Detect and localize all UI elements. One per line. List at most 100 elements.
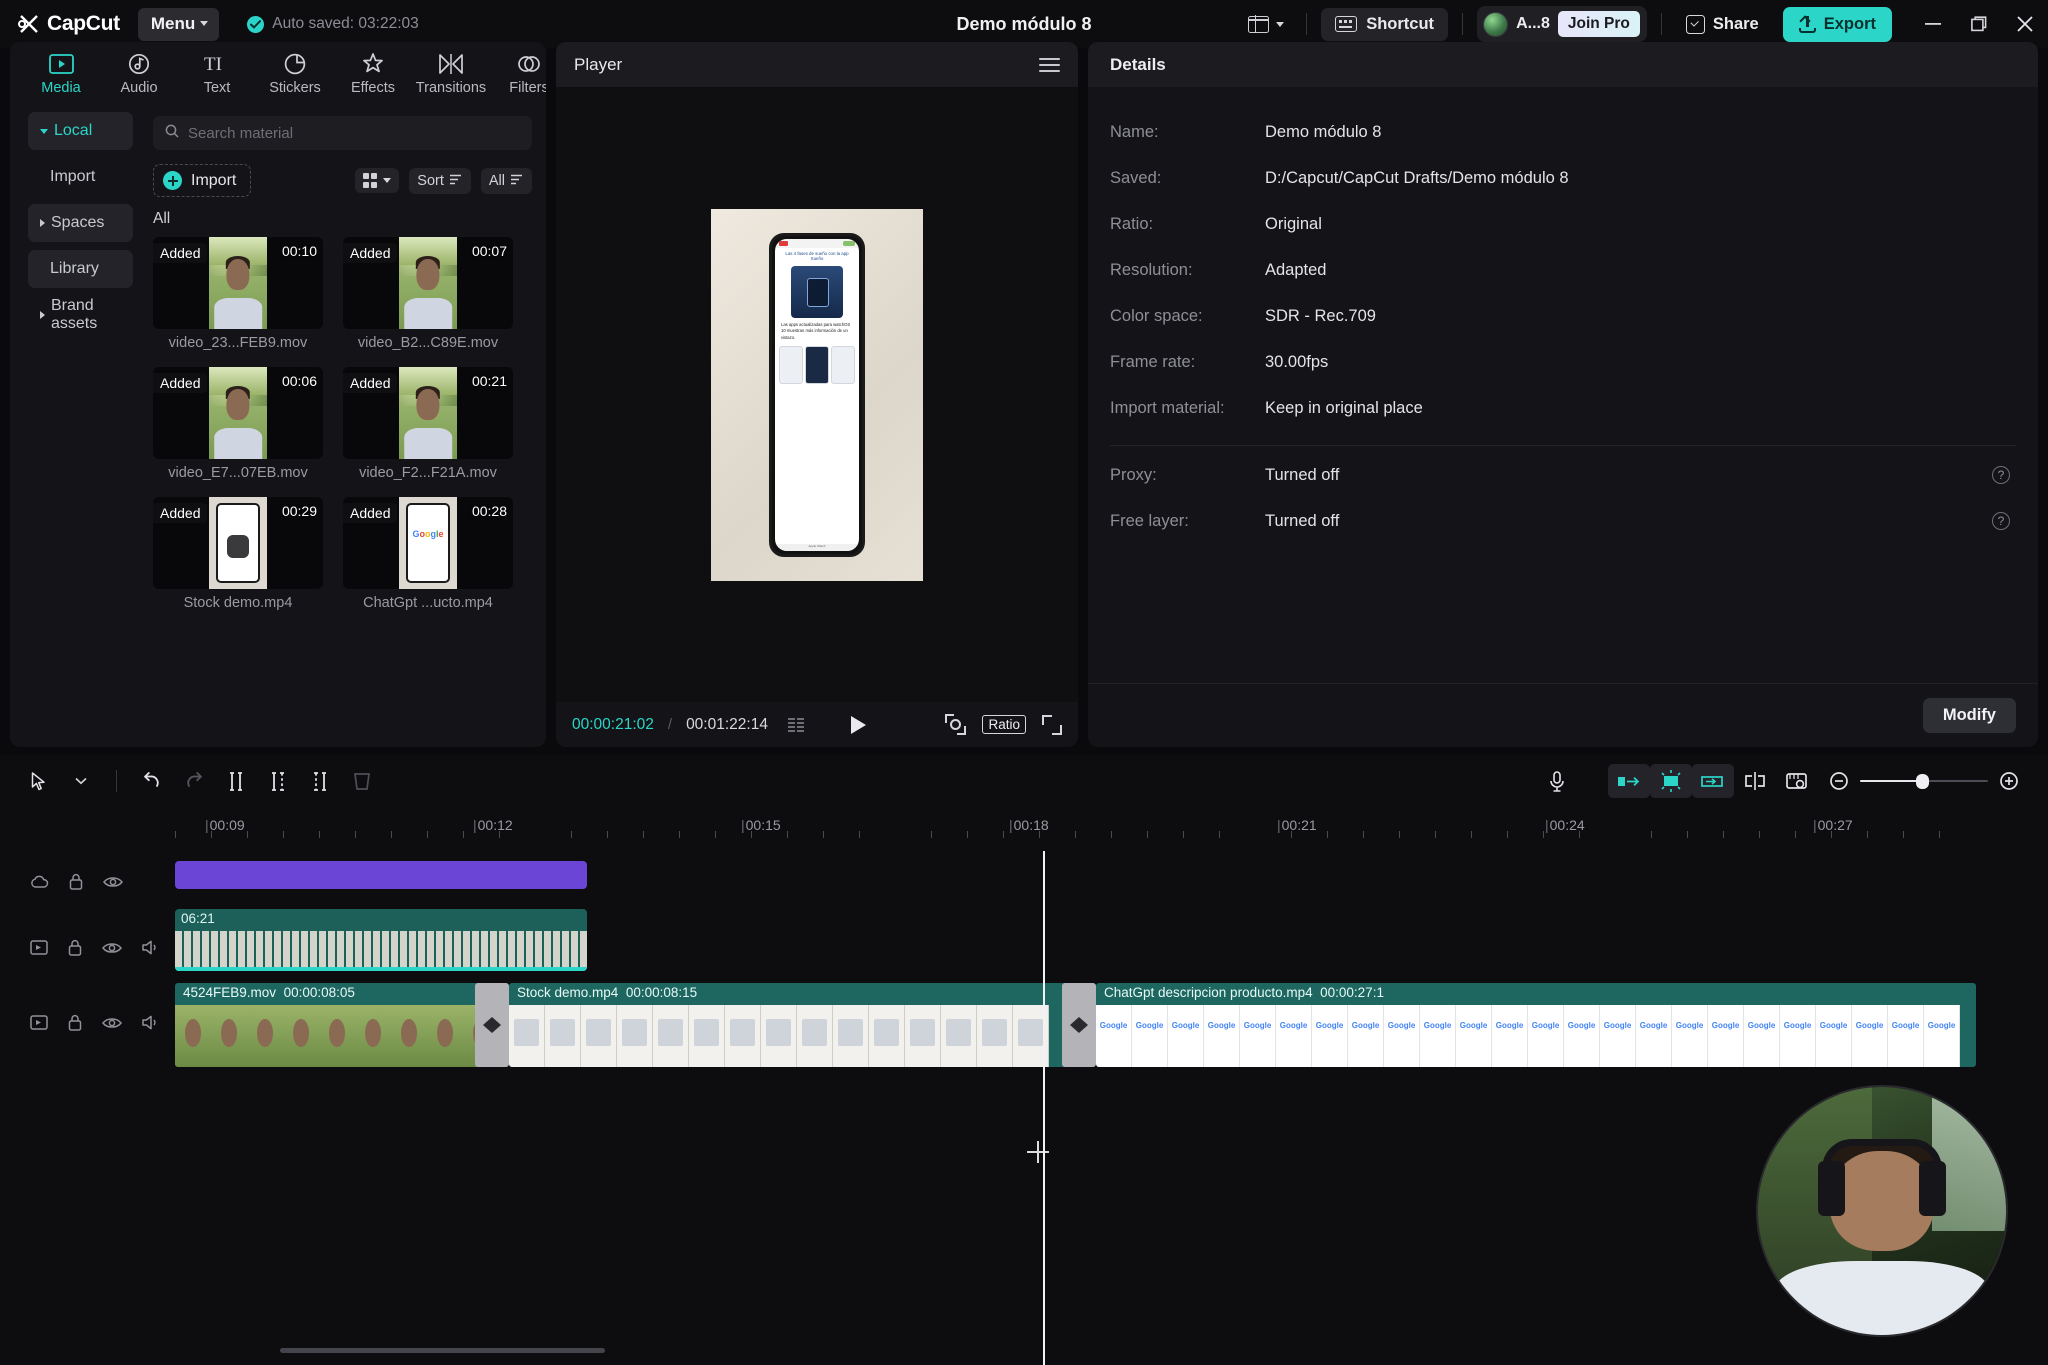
clip-duration: 00:00:08:05 [283, 985, 355, 1000]
media-name: video_B2...C89E.mov [357, 335, 499, 351]
title-bar: CapCut Menu Auto saved: 03:22:03 Demo mó… [0, 0, 2048, 48]
delete-icon[interactable] [341, 764, 383, 798]
volume-icon[interactable] [142, 1015, 161, 1035]
detail-key: Resolution: [1110, 260, 1193, 279]
quality-bars-icon[interactable] [787, 717, 805, 732]
sidebar-item-local[interactable]: Local [28, 112, 133, 150]
track-icon[interactable] [30, 940, 48, 960]
preview-paragraph: Las apps actualizadas para watchOS 10 mu… [781, 322, 851, 340]
microphone-icon[interactable] [1536, 764, 1578, 798]
fullscreen-icon[interactable] [1041, 714, 1062, 735]
tab-audio[interactable]: Audio [100, 51, 178, 96]
eye-icon[interactable] [102, 1016, 122, 1035]
cloud-icon[interactable] [30, 875, 49, 894]
media-item[interactable]: Added 00:28 Google ChatGpt ...ucto.mp4 [343, 497, 513, 611]
divider [116, 770, 117, 792]
tab-effects[interactable]: Effects [334, 51, 412, 96]
chevron-down-icon [40, 128, 48, 134]
zoom-slider[interactable] [1860, 771, 1988, 791]
volume-icon[interactable] [142, 940, 161, 960]
timeline-clip-video-3[interactable]: ChatGpt descripcion producto.mp4 00:00:2… [1096, 983, 1976, 1067]
sidebar-item-brand-assets[interactable]: Brand assets [28, 296, 133, 334]
undo-icon[interactable] [131, 764, 173, 798]
trim-right-icon[interactable] [299, 764, 341, 798]
join-pro-button[interactable]: Join Pro [1557, 11, 1640, 37]
tab-stickers[interactable]: Stickers [256, 51, 334, 96]
detail-key: Proxy: [1110, 465, 1157, 484]
restore-button[interactable] [1956, 0, 2002, 48]
timeline-clip-audio[interactable]: 06:21 [175, 909, 587, 971]
help-icon[interactable]: ? [1992, 466, 2010, 484]
hamburger-icon[interactable] [1039, 54, 1060, 76]
current-time[interactable]: 00:00:21:02 [572, 716, 654, 734]
play-icon[interactable] [851, 715, 867, 734]
sidebar-item-spaces[interactable]: Spaces [28, 204, 133, 242]
mirror-icon[interactable] [1734, 764, 1776, 798]
crop-icon[interactable] [1776, 764, 1818, 798]
export-button[interactable]: Export [1782, 6, 1892, 42]
timeline-clip-overlay[interactable] [175, 861, 587, 889]
filter-button[interactable]: All [480, 167, 532, 194]
layout-button[interactable] [1240, 10, 1292, 39]
keyframe-next-icon[interactable] [1692, 764, 1734, 798]
account-button[interactable]: A...8 Join Pro [1477, 6, 1647, 42]
horizontal-scrollbar[interactable] [280, 1348, 605, 1353]
chevron-down-icon[interactable] [60, 764, 102, 798]
sidebar-item-library[interactable]: Library [28, 250, 133, 288]
timeline-clip-video-2[interactable]: Stock demo.mp4 00:00:08:15 [509, 983, 1071, 1067]
added-badge: Added [153, 373, 208, 393]
split-icon[interactable] [215, 764, 257, 798]
account-name: A...8 [1516, 15, 1550, 32]
timeline-clip-video-1[interactable]: 4524FEB9.mov 00:00:08:05 [175, 983, 485, 1067]
minimize-button[interactable] [1910, 0, 1956, 48]
keyframe-add-icon[interactable] [1650, 764, 1692, 798]
share-button[interactable]: Share [1676, 8, 1769, 41]
tab-media[interactable]: Media [22, 51, 100, 96]
transition-handle-1[interactable] [475, 983, 509, 1067]
media-item[interactable]: Added 00:29 Stock demo.mp4 [153, 497, 323, 611]
detail-row-saved: Saved: D:/Capcut/CapCut Drafts/Demo módu… [1110, 155, 2016, 201]
trim-left-icon[interactable] [257, 764, 299, 798]
eye-icon[interactable] [102, 941, 122, 960]
tab-text[interactable]: TI Text [178, 51, 256, 96]
media-item[interactable]: Added 00:21 video_F2...F21A.mov [343, 367, 513, 481]
lock-icon[interactable] [69, 873, 83, 895]
modify-button[interactable]: Modify [1922, 698, 2016, 733]
grid-view-button[interactable] [354, 168, 400, 193]
timeline-ruler[interactable]: 00:09 00:12 00:15 00:18 00:21 00:24 00:2… [175, 807, 2048, 851]
brand-name: CapCut [47, 12, 120, 35]
search-bar[interactable] [153, 116, 532, 150]
ratio-button[interactable]: Ratio [982, 715, 1026, 734]
import-button[interactable]: Import [153, 164, 252, 197]
media-item[interactable]: Added 00:06 video_E7...07EB.mov [153, 367, 323, 481]
playhead[interactable]: 00:21 [1043, 851, 1045, 1365]
lock-icon[interactable] [68, 1014, 82, 1036]
shortcut-button[interactable]: Shortcut [1321, 7, 1449, 41]
filmstrip [175, 1005, 485, 1067]
zoom-out-icon[interactable] [1818, 764, 1860, 798]
track-icon[interactable] [30, 1015, 48, 1035]
filter-label: All [488, 172, 505, 189]
clip-name: ChatGpt descripcion producto.mp4 [1104, 985, 1313, 1000]
help-icon[interactable]: ? [1992, 512, 2010, 530]
redo-icon[interactable] [173, 764, 215, 798]
zoom-in-icon[interactable] [1988, 764, 2030, 798]
player-canvas[interactable]: Las 4 fases de sueño con la app Sueño La… [556, 87, 1078, 702]
eye-icon[interactable] [103, 875, 123, 894]
media-item[interactable]: Added 00:07 video_B2...C89E.mov [343, 237, 513, 351]
sort-button[interactable]: Sort [409, 167, 471, 194]
close-button[interactable] [2002, 0, 2048, 48]
search-input[interactable] [188, 124, 520, 142]
quality-icon[interactable] [945, 714, 967, 735]
media-thumbnail: Added 00:28 Google [343, 497, 513, 589]
panel-body: Local Import Spaces Library Brand assets [10, 104, 546, 747]
media-item[interactable]: Added 00:10 video_23...FEB9.mov [153, 237, 323, 351]
tab-filters[interactable]: Filters [490, 51, 546, 96]
transition-handle-2[interactable] [1062, 983, 1096, 1067]
select-arrow-icon[interactable] [18, 764, 60, 798]
menu-button[interactable]: Menu [137, 7, 220, 41]
keyframe-prev-icon[interactable] [1608, 764, 1650, 798]
tab-transitions[interactable]: Transitions [412, 51, 490, 96]
sidebar-item-import[interactable]: Import [28, 158, 133, 196]
lock-icon[interactable] [68, 939, 82, 961]
